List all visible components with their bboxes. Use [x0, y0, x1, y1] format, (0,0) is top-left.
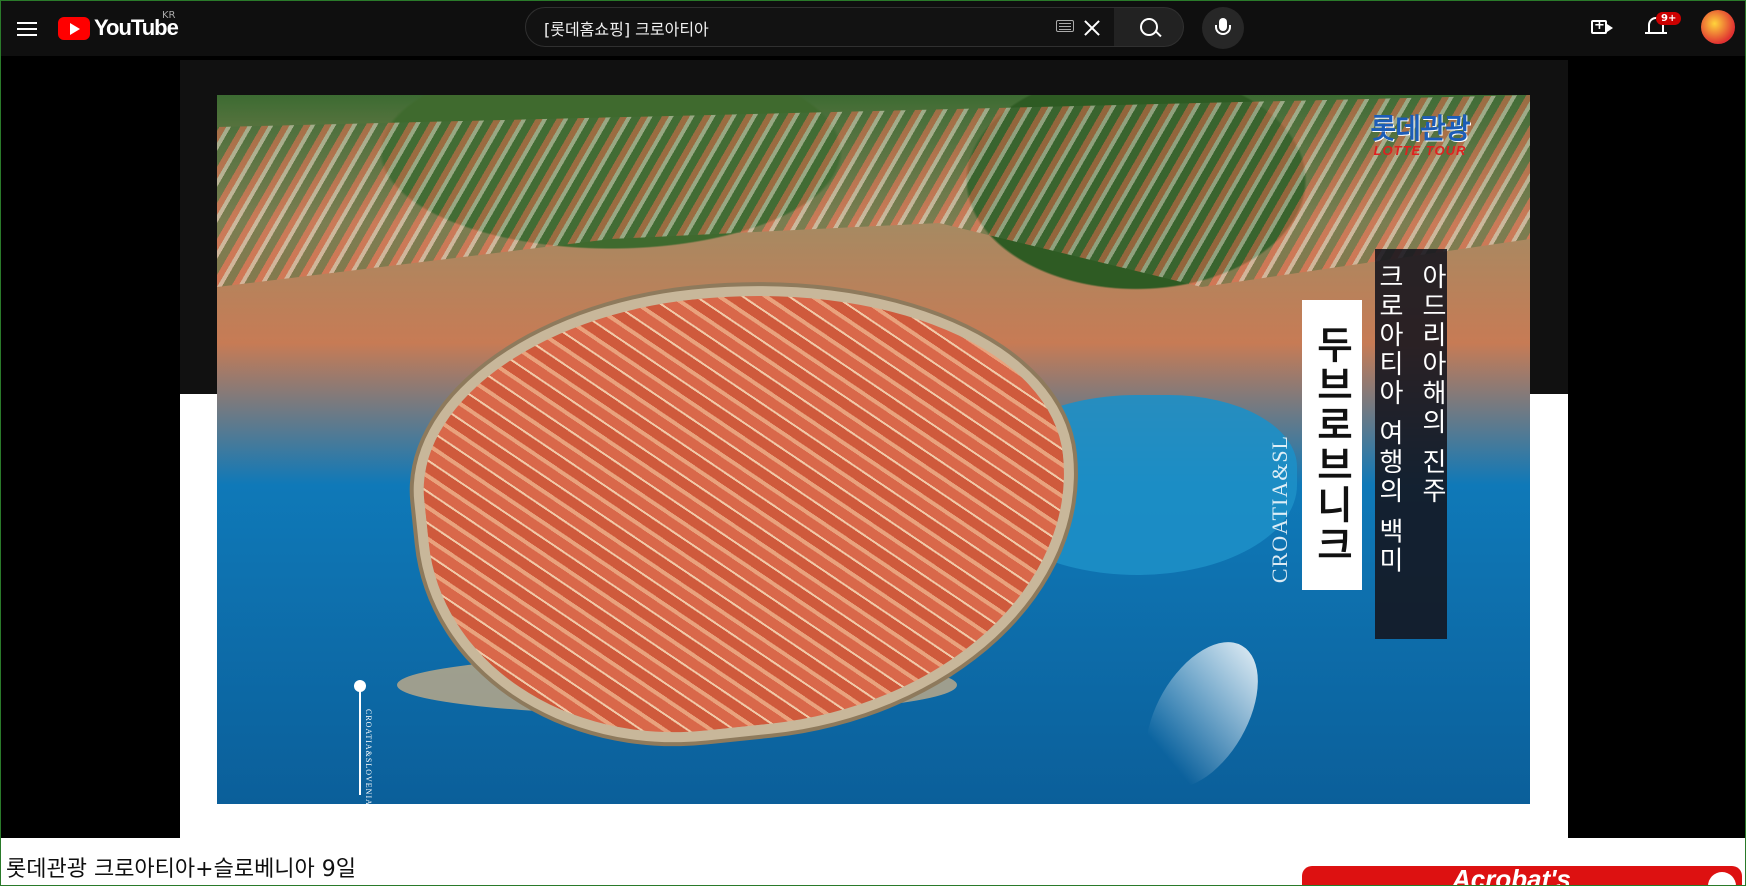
keyboard-icon[interactable] — [1056, 20, 1074, 32]
mic-icon — [1215, 18, 1231, 35]
youtube-logo[interactable]: YouTube — [58, 14, 179, 42]
masthead: YouTube KR 9+ — [0, 0, 1746, 56]
vertical-caption: CROATIA&SL — [1267, 435, 1292, 584]
pin-dot — [354, 680, 366, 692]
ad-close-icon[interactable] — [1708, 872, 1736, 886]
create-icon — [1591, 18, 1613, 34]
ad-text: Acrobat's — [1452, 866, 1571, 886]
pin-line — [359, 685, 361, 795]
tagline-box: 아드리아해의 진주 크로아티아 여행의 백미 — [1374, 249, 1447, 639]
notification-badge: 9+ — [1656, 12, 1682, 25]
pin-caption: CROATIA&SLOVENIA — [364, 709, 373, 804]
search-box — [525, 7, 1115, 48]
clear-icon[interactable] — [1080, 16, 1104, 40]
search-button[interactable] — [1114, 7, 1184, 47]
menu-icon[interactable] — [8, 10, 46, 48]
ad-banner[interactable]: Acrobat's — [1302, 866, 1742, 886]
region-code: KR — [162, 10, 176, 21]
video-title: 롯데관광 크로아티아+슬로베니아 9일 — [6, 857, 357, 882]
lotte-tour-logo: 롯데관광 LOTTE TOUR — [1350, 107, 1490, 158]
tagline-line1: 아드리아해의 진주 — [1417, 263, 1447, 507]
youtube-play-icon — [58, 16, 90, 40]
tagline-line2: 크로아티아 여행의 백미 — [1374, 263, 1404, 576]
avatar[interactable] — [1701, 10, 1735, 44]
search-icon — [1140, 18, 1158, 36]
voice-search-button[interactable] — [1202, 7, 1244, 49]
search-input[interactable] — [542, 8, 1046, 48]
city-name: 두브로브니크 — [1309, 325, 1354, 565]
brand-ko: 롯데관광 — [1370, 112, 1470, 145]
video-player[interactable]: 롯데관광 LOTTE TOUR CROATIA&SL 두브로브니크 아드리아해의… — [217, 95, 1530, 804]
create-button[interactable] — [1590, 16, 1614, 40]
city-name-box: 두브로브니크 — [1302, 300, 1362, 590]
